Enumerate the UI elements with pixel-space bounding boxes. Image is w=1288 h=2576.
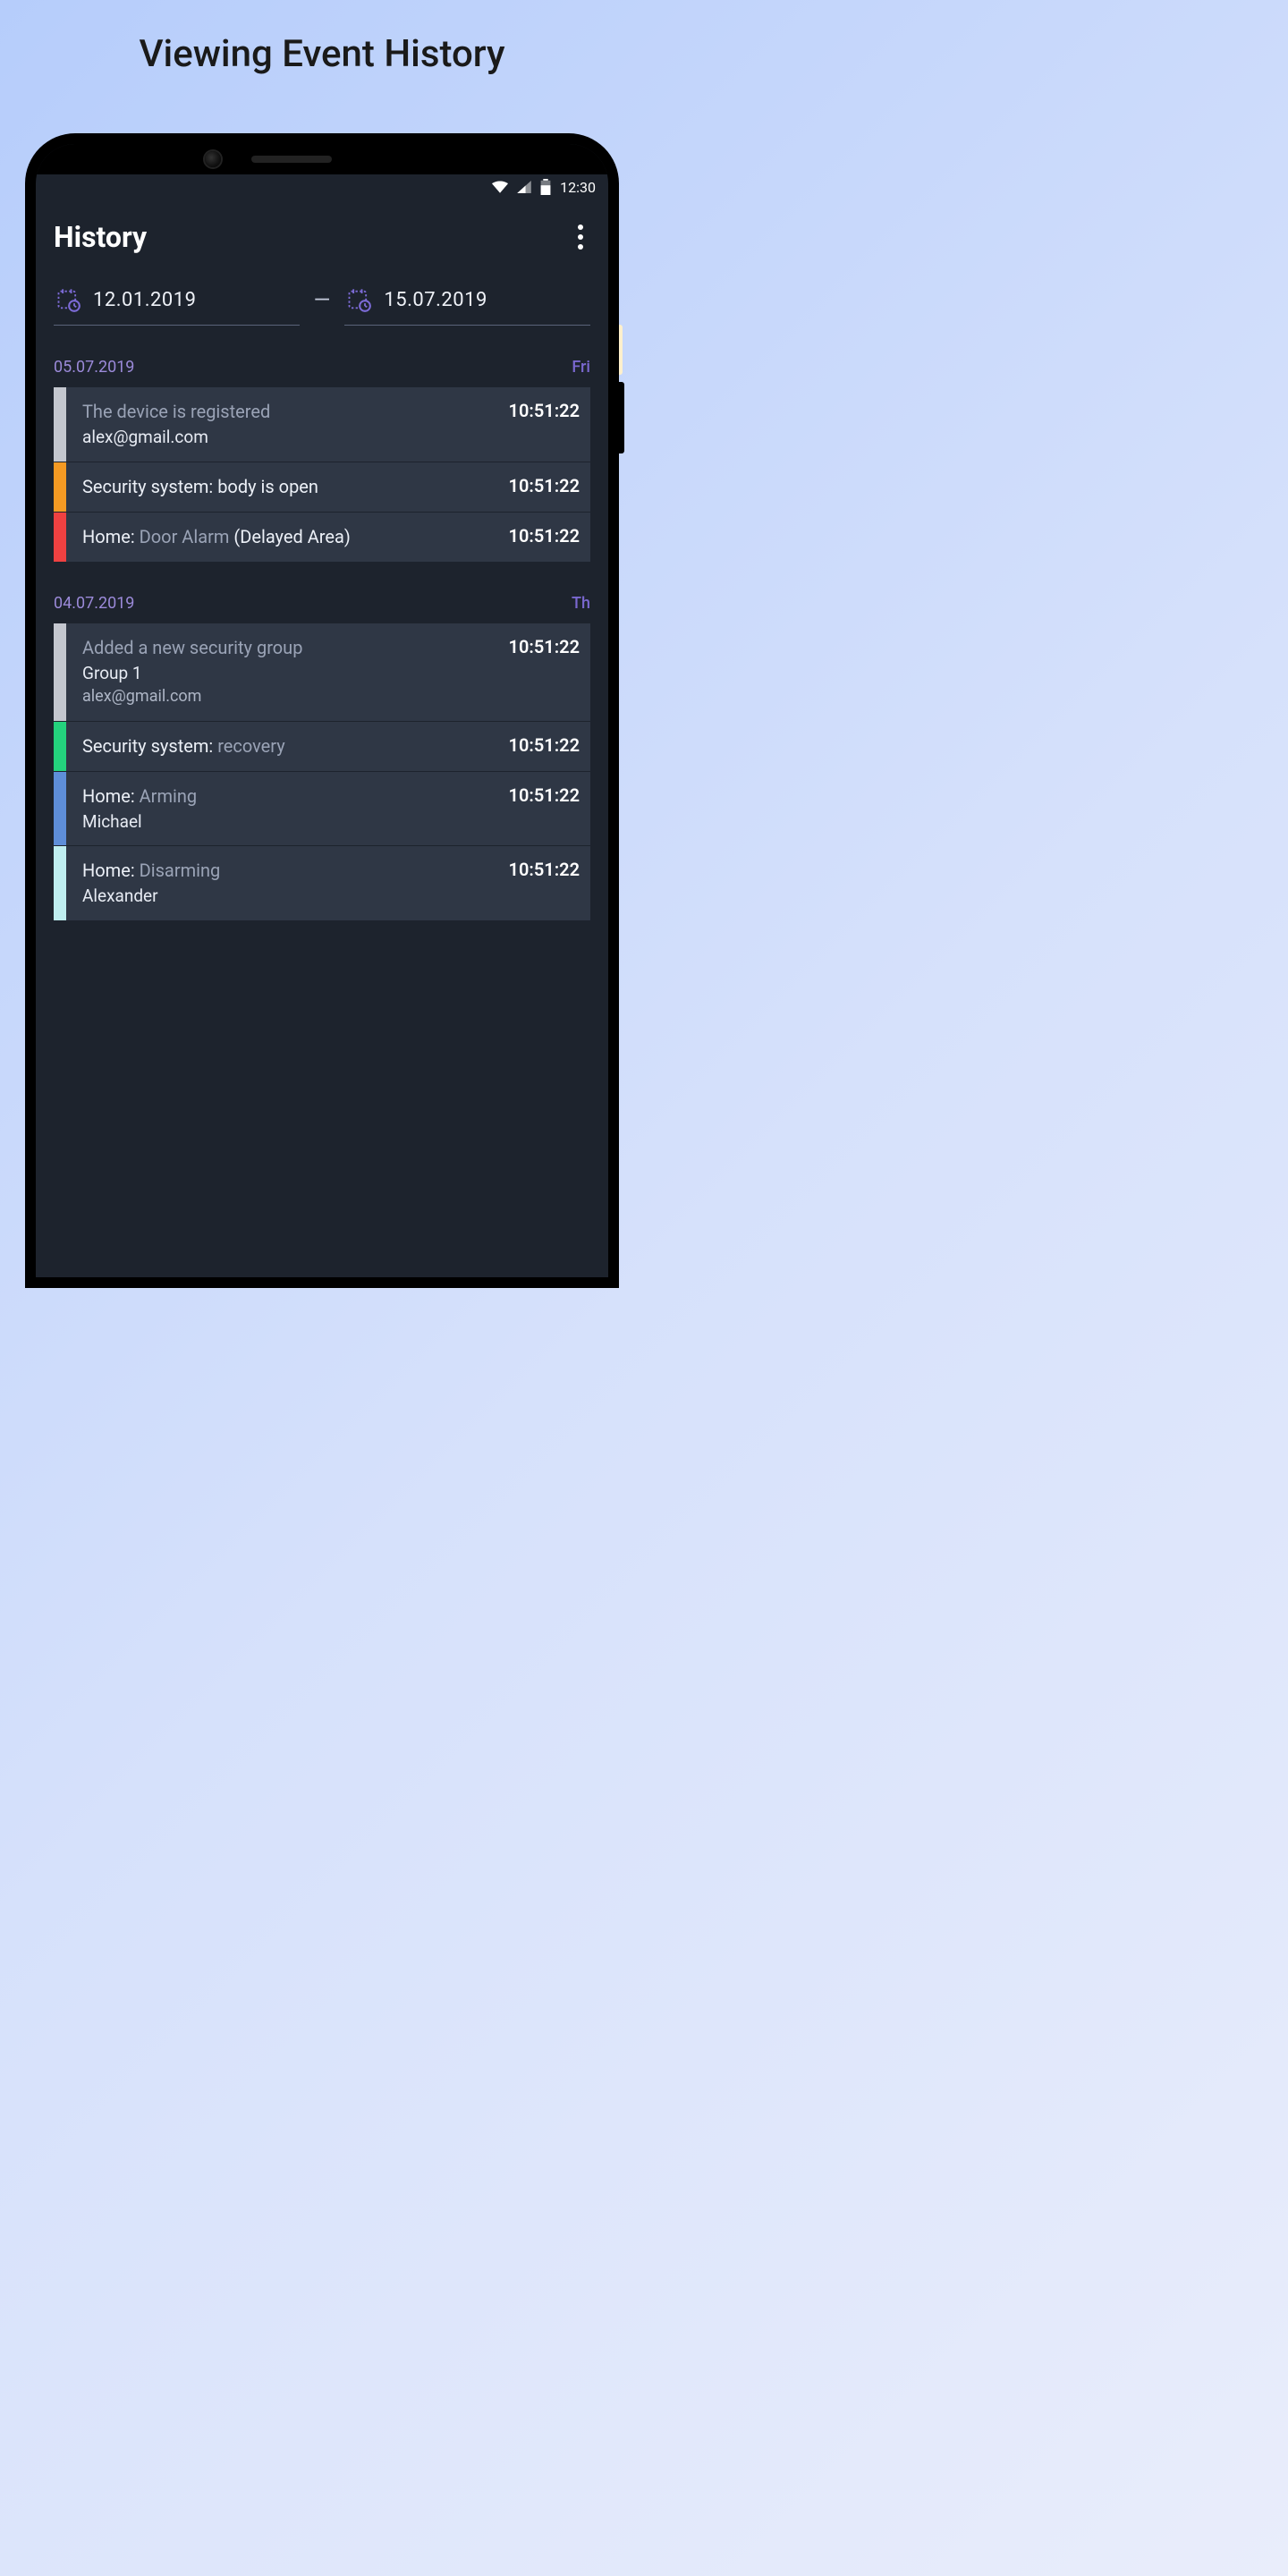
date-to-field[interactable]: 15.07.2019 xyxy=(344,282,590,326)
event-row[interactable]: Home: Arming Michael 10:51:22 xyxy=(54,772,590,847)
event-title: Added a new security group xyxy=(82,637,302,658)
event-rest: body is open xyxy=(217,476,318,497)
more-icon xyxy=(578,225,583,230)
section-day: Th xyxy=(572,594,590,613)
phone-power-button xyxy=(619,325,623,375)
event-stripe xyxy=(54,722,66,771)
event-stripe xyxy=(54,846,66,920)
event-mid: recovery xyxy=(217,735,285,757)
page-title: History xyxy=(54,220,147,254)
event-prefix: Home: xyxy=(82,785,140,807)
event-suffix: (Delayed Area) xyxy=(233,526,350,547)
phone-notch xyxy=(36,144,608,174)
event-sub2: alex@gmail.com xyxy=(82,686,302,708)
wifi-icon xyxy=(492,181,508,193)
event-row[interactable]: Security system: recovery 10:51:22 xyxy=(54,722,590,772)
event-time: 10:51:22 xyxy=(509,475,580,496)
cell-signal-icon xyxy=(517,181,531,193)
event-prefix: Home: xyxy=(82,860,140,881)
event-sub: Alexander xyxy=(82,885,220,908)
event-mid: Arming xyxy=(140,785,198,807)
event-sub: alex@gmail.com xyxy=(82,426,270,449)
event-stripe xyxy=(54,387,66,462)
event-row[interactable]: Security system: body is open 10:51:22 xyxy=(54,462,590,513)
status-time: 12:30 xyxy=(560,179,596,196)
event-row[interactable]: Home: Door Alarm (Delayed Area) 10:51:22 xyxy=(54,513,590,562)
event-stripe xyxy=(54,462,66,512)
status-bar: 12:30 xyxy=(36,174,608,199)
event-time: 10:51:22 xyxy=(509,859,580,880)
section-date: 04.07.2019 xyxy=(54,594,134,613)
phone-volume-button xyxy=(619,382,624,453)
front-camera xyxy=(205,151,221,167)
battery-icon xyxy=(540,179,551,195)
event-row[interactable]: Home: Disarming Alexander 10:51:22 xyxy=(54,846,590,920)
section-date: 05.07.2019 xyxy=(54,358,134,377)
date-from-field[interactable]: 12.01.2019 xyxy=(54,282,300,326)
phone-frame: 12:30 History xyxy=(25,133,619,1288)
event-mid: Door Alarm xyxy=(140,526,234,547)
date-from-text: 12.01.2019 xyxy=(93,289,197,311)
event-time: 10:51:22 xyxy=(509,784,580,806)
event-time: 10:51:22 xyxy=(509,734,580,756)
promo-title: Viewing Event History xyxy=(0,0,644,76)
earpiece-speaker xyxy=(251,156,332,163)
event-sub: Group 1 xyxy=(82,662,302,685)
event-time: 10:51:22 xyxy=(509,636,580,657)
event-sub: Michael xyxy=(82,810,197,834)
event-row[interactable]: The device is registered alex@gmail.com 10… xyxy=(54,387,590,462)
event-time: 10:51:22 xyxy=(509,525,580,547)
event-prefix: Security system: xyxy=(82,476,217,497)
event-time: 10:51:22 xyxy=(509,400,580,421)
section-day: Fri xyxy=(572,358,590,377)
event-mid: Disarming xyxy=(140,860,221,881)
event-stripe xyxy=(54,772,66,846)
calendar-clock-icon xyxy=(55,287,80,312)
event-stripe xyxy=(54,623,66,721)
event-row[interactable]: Added a new security group Group 1alex@gm… xyxy=(54,623,590,722)
event-stripe xyxy=(54,513,66,562)
event-title: The device is registered xyxy=(82,401,270,422)
event-prefix: Home: xyxy=(82,526,140,547)
calendar-clock-icon xyxy=(346,287,371,312)
more-menu-button[interactable] xyxy=(571,217,590,257)
event-prefix: Security system: xyxy=(82,735,217,757)
date-to-text: 15.07.2019 xyxy=(384,289,487,311)
date-range-separator: — xyxy=(314,287,331,321)
